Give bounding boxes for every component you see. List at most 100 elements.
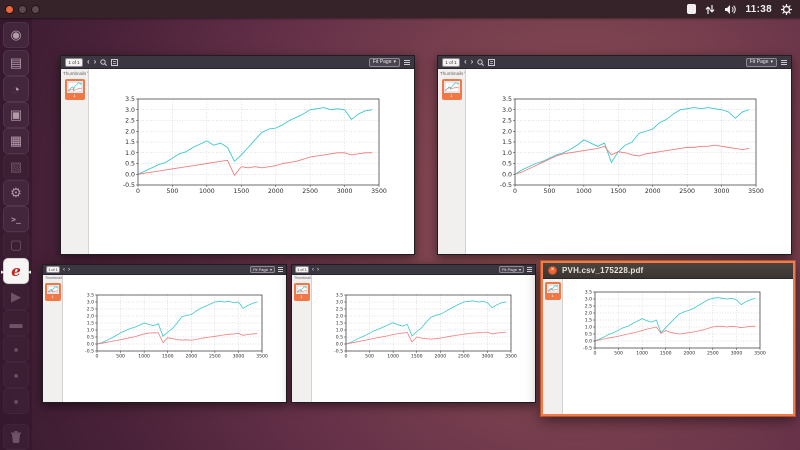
menu-icon[interactable]: [404, 59, 410, 65]
zoom-level-select[interactable]: Fit Page ▾: [745, 57, 777, 67]
page-indicator-input[interactable]: 1 of 1: [442, 57, 460, 67]
app-icon: ▪: [13, 341, 19, 357]
next-page-button[interactable]: ›: [94, 58, 97, 66]
next-page-button[interactable]: ›: [471, 58, 474, 66]
volume-indicator-icon[interactable]: [724, 4, 737, 15]
writer-icon: ▣: [9, 107, 23, 122]
previous-page-button[interactable]: ‹: [63, 267, 65, 273]
sidebar-title: Thumbnails: [45, 276, 63, 280]
gear-icon: ⚙: [10, 185, 22, 200]
svg-text:-0.5: -0.5: [334, 349, 343, 355]
zoom-level-select[interactable]: Fit Page ▾: [499, 266, 524, 273]
launcher-item-videos[interactable]: ▶: [3, 284, 29, 310]
page-thumbnail[interactable]: 1: [441, 79, 462, 100]
launcher-item-files[interactable]: ▤: [3, 50, 29, 76]
svg-text:-0.5: -0.5: [123, 182, 135, 189]
sidebar-title: Thumbnails: [294, 276, 312, 280]
evince-window-1[interactable]: 1 of 1 ‹ › Fit Page▾ Thumbnails ▾ × 1 0 5…: [60, 55, 415, 255]
page-indicator-input[interactable]: 1 of 1: [65, 57, 83, 67]
svg-text:2.5: 2.5: [336, 307, 343, 313]
launcher-item-impress[interactable]: ▧: [3, 154, 29, 180]
launcher-item-firefox[interactable]: ◔: [3, 76, 29, 102]
svg-text:2000: 2000: [434, 354, 446, 360]
svg-text:2.5: 2.5: [585, 304, 592, 310]
svg-text:2500: 2500: [707, 351, 719, 357]
network-indicator-icon[interactable]: [705, 4, 715, 15]
launcher-item-terminal[interactable]: >_: [3, 206, 29, 232]
svg-text:0.5: 0.5: [336, 335, 343, 341]
svg-text:3000: 3000: [482, 354, 494, 360]
files-icon: ▤: [9, 55, 23, 70]
svg-text:2500: 2500: [209, 354, 221, 360]
previous-page-button[interactable]: ‹: [464, 58, 467, 66]
page-thumbnail[interactable]: 1: [44, 283, 61, 301]
evince-window-4[interactable]: 1 of 1 ‹ › Fit Page▾ Thumbnails × 1 0 500…: [291, 264, 536, 403]
launcher-item-extra2[interactable]: ▪: [3, 362, 29, 388]
page-thumbnail[interactable]: 1: [293, 283, 310, 301]
thumbnails-sidebar: Thumbnails × 1: [292, 275, 312, 402]
previous-page-button[interactable]: ‹: [87, 58, 90, 66]
page-thumbnail[interactable]: 1: [64, 79, 85, 100]
launcher-item-extra3[interactable]: ▪: [3, 388, 29, 414]
top-panel: 11:38: [0, 0, 800, 18]
menu-icon[interactable]: [781, 59, 787, 65]
page-indicator-input[interactable]: 1 of 1: [46, 266, 60, 273]
pdf-page[interactable]: 0 500 1000 1500 2000 2500 3000 3500 -0.5 0.0 0.5 1.…: [89, 69, 414, 254]
launcher-item-evince[interactable]: ▸ e ◂: [1, 258, 31, 284]
svg-text:3500: 3500: [371, 188, 387, 195]
page-thumbnail[interactable]: 1: [544, 282, 561, 300]
titlebar[interactable]: × PVH.csv_175228.pdf: [543, 263, 793, 279]
svg-text:0: 0: [345, 354, 348, 360]
pdf-page[interactable]: 0 500 1000 1500 2000 2500 3000 3500 -0.5 0.0 0.5 1.…: [563, 279, 793, 414]
svg-text:0.5: 0.5: [125, 161, 135, 168]
next-page-button[interactable]: ›: [68, 267, 70, 273]
evince-window-3[interactable]: 1 of 1 ‹ › Fit Page▾ Thumbnails × 1 0 500…: [42, 264, 287, 403]
launcher-item-writer[interactable]: ▣: [3, 102, 29, 128]
svg-text:1.5: 1.5: [125, 139, 135, 146]
minimize-button[interactable]: [18, 4, 27, 14]
pdf-page[interactable]: 0 500 1000 1500 2000 2500 3000 3500 -0.5 0.0 0.5 1.…: [466, 69, 791, 254]
svg-text:0.0: 0.0: [125, 171, 135, 178]
maximize-button[interactable]: [31, 4, 40, 14]
notes-indicator-icon[interactable]: [687, 4, 697, 14]
text-editor-icon: ▬: [9, 315, 23, 331]
running-indicator-arrow: ▸: [1, 267, 5, 276]
zoom-level-select[interactable]: Fit Page ▾: [368, 57, 400, 67]
session-menu-icon[interactable]: [781, 3, 792, 15]
chevron-down-icon: ▾: [393, 59, 396, 65]
pdf-page[interactable]: 0 500 1000 1500 2000 2500 3000 3500 -0.5 0.0 0.5 1.…: [312, 275, 535, 402]
menu-icon[interactable]: [527, 267, 532, 272]
launcher-item-extra1[interactable]: ▪: [3, 336, 29, 362]
evince-window-focused[interactable]: × PVH.csv_175228.pdf 1 0 500 1000 1500 2000 2…: [541, 261, 795, 416]
close-button[interactable]: ×: [548, 266, 557, 275]
clock[interactable]: 11:38: [745, 4, 772, 15]
sidebar-title: Thumbnails: [63, 70, 87, 76]
evince-toolbar: 1 of 1 ‹ › Fit Page ▾: [61, 56, 414, 69]
svg-text:3.0: 3.0: [502, 107, 512, 114]
previous-page-button[interactable]: ‹: [312, 267, 314, 273]
svg-text:1.5: 1.5: [585, 318, 592, 324]
svg-text:0.5: 0.5: [585, 332, 592, 338]
svg-text:2500: 2500: [458, 354, 470, 360]
launcher-item-settings[interactable]: ⚙: [3, 180, 29, 206]
next-page-button[interactable]: ›: [317, 267, 319, 273]
evince-toolbar: 1 of 1 ‹ › Fit Page ▾: [43, 265, 286, 275]
pdf-page[interactable]: 0 500 1000 1500 2000 2500 3000 3500 -0.5 0.0 0.5 1.…: [63, 275, 286, 402]
line-chart: 0 500 1000 1500 2000 2500 3000 3500-0.50.00.51.…: [500, 96, 764, 195]
sidebar-title: Thumbnails: [440, 70, 464, 76]
evince-window-2[interactable]: 1 of 1 ‹ › Fit Page▾ Thumbnails ▾ × 1 0 5…: [437, 55, 792, 255]
svg-text:0.0: 0.0: [585, 339, 592, 345]
launcher-item-calc[interactable]: ▦: [3, 128, 29, 154]
svg-text:0: 0: [96, 354, 99, 360]
launcher-item-software[interactable]: ▢: [3, 232, 29, 258]
launcher-item-trash[interactable]: [3, 424, 29, 450]
close-button[interactable]: [5, 4, 14, 14]
launcher-item-editor[interactable]: ▬: [3, 310, 29, 336]
svg-text:0.0: 0.0: [87, 342, 94, 348]
zoom-level-select[interactable]: Fit Page ▾: [250, 266, 275, 273]
launcher-item-dash[interactable]: ◉: [3, 22, 29, 48]
page-indicator-input[interactable]: 1 of 1: [295, 266, 309, 273]
window-title: PVH.csv_175228.pdf: [562, 266, 644, 275]
menu-icon[interactable]: [278, 267, 283, 272]
line-chart: 0 500 1000 1500 2000 2500 3000 3500-0.50.00.51.…: [583, 290, 766, 357]
